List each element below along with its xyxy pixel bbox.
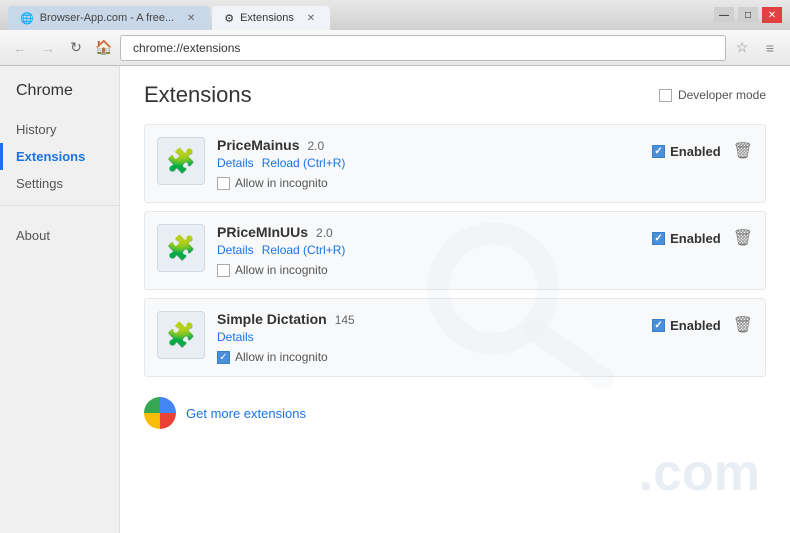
sidebar: Chrome History Extensions Settings About: [0, 66, 120, 533]
ext-details-link-2[interactable]: Details: [217, 243, 254, 257]
tab-favicon-ext: ⚙: [224, 12, 234, 25]
page-title: Extensions: [144, 82, 252, 108]
enabled-text-1: Enabled: [670, 144, 721, 159]
ext-name-row-1: PriceMainus 2.0: [217, 137, 640, 153]
ext-name-row-3: Simple Dictation 145: [217, 311, 640, 327]
star-button[interactable]: ☆: [730, 36, 754, 60]
extension-icon-1: 🧩: [157, 137, 205, 185]
minimize-button[interactable]: —: [714, 7, 734, 23]
nav-bar: ← → ↻ 🏠 chrome://extensions ☆ ≡: [0, 30, 790, 66]
sidebar-item-settings[interactable]: Settings: [0, 170, 119, 197]
ext-right-1: ✓ Enabled 🗑: [652, 137, 753, 161]
ext-name-3: Simple Dictation: [217, 311, 327, 327]
tab-browser-app[interactable]: 🌐 Browser-App.com - A free... ✕: [8, 6, 210, 30]
enabled-label-2[interactable]: ✓ Enabled: [652, 231, 721, 246]
sidebar-item-history[interactable]: History: [0, 116, 119, 143]
get-more-link[interactable]: Get more extensions: [186, 406, 306, 421]
main-header: Extensions Developer mode: [144, 82, 766, 108]
close-button[interactable]: ✕: [762, 7, 782, 23]
developer-mode-toggle[interactable]: Developer mode: [659, 88, 766, 102]
ext-name-1: PriceMainus: [217, 137, 299, 153]
ext-name-2: PRiceMInUUs: [217, 224, 308, 240]
forward-button[interactable]: →: [36, 36, 60, 60]
developer-mode-label: Developer mode: [678, 88, 766, 102]
get-more-extensions[interactable]: Get more extensions: [144, 385, 766, 441]
enabled-label-3[interactable]: ✓ Enabled: [652, 318, 721, 333]
puzzle-icon-3: 🧩: [166, 321, 196, 350]
ext-incognito-2[interactable]: Allow in incognito: [217, 263, 640, 277]
address-text: chrome://extensions: [133, 41, 240, 55]
extension-item-priceminuus: 🧩 PRiceMInUUs 2.0 Details Reload (Ctrl+R…: [144, 211, 766, 290]
extension-icon-3: 🧩: [157, 311, 205, 359]
reload-button[interactable]: ↻: [64, 36, 88, 60]
nav-right-controls: ☆ ≡: [730, 36, 782, 60]
delete-button-1[interactable]: 🗑: [733, 141, 753, 161]
tab-label-ext: Extensions: [240, 12, 294, 24]
ext-links-2: Details Reload (Ctrl+R): [217, 243, 640, 257]
enabled-text-2: Enabled: [670, 231, 721, 246]
ext-name-row-2: PRiceMInUUs 2.0: [217, 224, 640, 240]
ext-incognito-1[interactable]: Allow in incognito: [217, 176, 640, 190]
enabled-checkbox-2[interactable]: ✓: [652, 232, 665, 245]
extension-item-simpledictation: 🧩 Simple Dictation 145 Details ✓ Allow i…: [144, 298, 766, 377]
extension-details-1: PriceMainus 2.0 Details Reload (Ctrl+R) …: [217, 137, 640, 190]
incognito-label-2: Allow in incognito: [235, 263, 328, 277]
ext-right-2: ✓ Enabled 🗑: [652, 224, 753, 248]
incognito-checkbox-1[interactable]: [217, 177, 230, 190]
extension-details-2: PRiceMInUUs 2.0 Details Reload (Ctrl+R) …: [217, 224, 640, 277]
incognito-label-1: Allow in incognito: [235, 176, 328, 190]
enabled-text-3: Enabled: [670, 318, 721, 333]
content-area: Chrome History Extensions Settings About…: [0, 66, 790, 533]
sidebar-title: Chrome: [0, 82, 119, 116]
extension-item-pricemainus: 🧩 PriceMainus 2.0 Details Reload (Ctrl+R…: [144, 124, 766, 203]
tab-close-btn[interactable]: ✕: [184, 11, 198, 25]
ext-details-link-3[interactable]: Details: [217, 330, 254, 344]
extension-details-3: Simple Dictation 145 Details ✓ Allow in …: [217, 311, 640, 364]
ext-details-link-1[interactable]: Details: [217, 156, 254, 170]
ext-reload-link-2[interactable]: Reload (Ctrl+R): [262, 243, 346, 257]
extension-icon-2: 🧩: [157, 224, 205, 272]
incognito-label-3: Allow in incognito: [235, 350, 328, 364]
ext-right-3: ✓ Enabled 🗑: [652, 311, 753, 335]
home-button[interactable]: 🏠: [92, 36, 116, 60]
ext-version-2: 2.0: [316, 226, 333, 240]
window-controls: — □ ✕: [714, 7, 782, 23]
sidebar-item-about[interactable]: About: [0, 222, 119, 249]
puzzle-icon-1: 🧩: [166, 147, 196, 176]
puzzle-icon-2: 🧩: [166, 234, 196, 263]
title-bar: 🌐 Browser-App.com - A free... ✕ ⚙ Extens…: [0, 0, 790, 30]
chrome-logo-icon: [144, 397, 176, 429]
tab-favicon: 🌐: [20, 12, 34, 25]
sidebar-item-extensions[interactable]: Extensions: [0, 143, 119, 170]
sidebar-divider: [0, 205, 119, 206]
developer-mode-checkbox[interactable]: [659, 89, 672, 102]
enabled-checkbox-1[interactable]: ✓: [652, 145, 665, 158]
tab-close-ext-btn[interactable]: ✕: [304, 11, 318, 25]
incognito-checkbox-3[interactable]: ✓: [217, 351, 230, 364]
tab-label: Browser-App.com - A free...: [40, 12, 175, 24]
ext-version-1: 2.0: [307, 139, 324, 153]
menu-button[interactable]: ≡: [758, 36, 782, 60]
delete-button-3[interactable]: 🗑: [733, 315, 753, 335]
incognito-checkbox-2[interactable]: [217, 264, 230, 277]
address-bar[interactable]: chrome://extensions: [120, 35, 726, 61]
delete-button-2[interactable]: 🗑: [733, 228, 753, 248]
maximize-button[interactable]: □: [738, 7, 758, 23]
ext-incognito-3[interactable]: ✓ Allow in incognito: [217, 350, 640, 364]
main-content: .com Extensions Developer mode 🧩 PriceMa…: [120, 66, 790, 533]
watermark-text: .com: [639, 443, 760, 503]
ext-links-3: Details: [217, 330, 640, 344]
ext-version-3: 145: [335, 313, 355, 327]
sidebar-bottom: About: [0, 222, 119, 249]
ext-links-1: Details Reload (Ctrl+R): [217, 156, 640, 170]
tab-list: 🌐 Browser-App.com - A free... ✕ ⚙ Extens…: [8, 0, 706, 30]
enabled-label-1[interactable]: ✓ Enabled: [652, 144, 721, 159]
tab-extensions[interactable]: ⚙ Extensions ✕: [212, 6, 330, 30]
enabled-checkbox-3[interactable]: ✓: [652, 319, 665, 332]
ext-reload-link-1[interactable]: Reload (Ctrl+R): [262, 156, 346, 170]
back-button[interactable]: ←: [8, 36, 32, 60]
